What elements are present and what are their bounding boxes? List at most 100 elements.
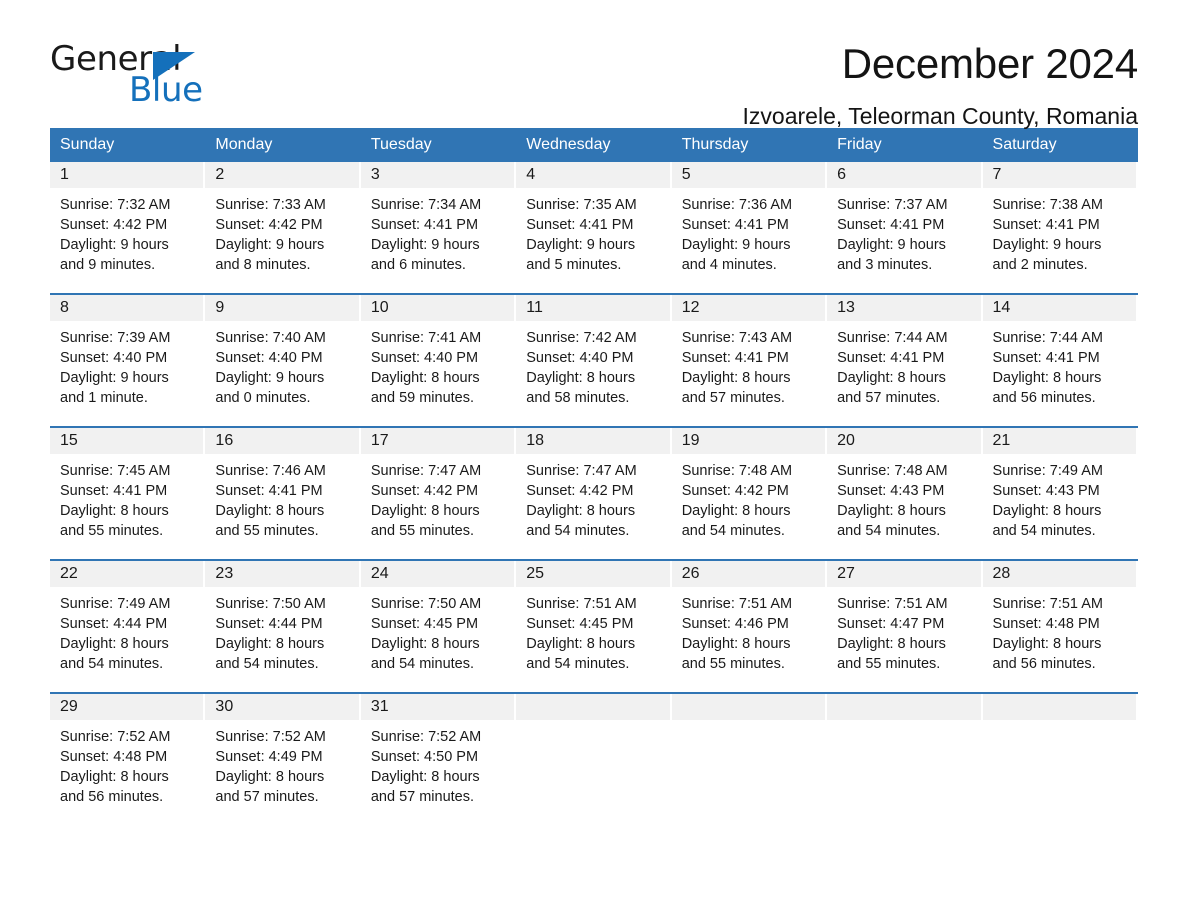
sunset-text: Sunset: 4:44 PM <box>215 616 323 632</box>
sunset-text: Sunset: 4:41 PM <box>837 217 945 233</box>
day-cell[interactable]: 2 Sunrise: 7:33 AM Sunset: 4:42 PM Daylight… <box>205 162 360 280</box>
daylight-text-line2: and 56 minutes. <box>60 789 164 805</box>
sunrise-text: Sunrise: 7:51 AM <box>526 596 637 612</box>
daylight-text-line2: and 54 minutes. <box>526 523 630 539</box>
title-block: December 2024 Izvoarele, Teleorman Count… <box>743 0 1139 130</box>
day-cell[interactable]: 7 Sunrise: 7:38 AM Sunset: 4:41 PM Daylight… <box>982 162 1138 280</box>
sunrise-text: Sunrise: 7:39 AM <box>60 330 171 346</box>
day-cell[interactable]: 27 Sunrise: 7:51 AM Sunset: 4:47 PM Dayligh… <box>827 561 982 679</box>
day-cell[interactable]: 4 Sunrise: 7:35 AM Sunset: 4:41 PM Daylight… <box>516 162 671 280</box>
day-cell[interactable]: 24 Sunrise: 7:50 AM Sunset: 4:45 PM Dayligh… <box>360 561 516 679</box>
day-cell[interactable]: 13 Sunrise: 7:44 AM Sunset: 4:41 PM Dayligh… <box>827 295 982 413</box>
day-cell[interactable]: 8 Sunrise: 7:39 AM Sunset: 4:40 PM Daylight… <box>50 295 205 413</box>
day-cell[interactable]: 16 Sunrise: 7:46 AM Sunset: 4:41 PM Dayligh… <box>205 428 360 546</box>
day-number: 21 <box>982 428 1136 454</box>
calendar-week-row: 22 Sunrise: 7:49 AM Sunset: 4:44 PM Dayligh… <box>50 559 1138 679</box>
sunset-text: Sunset: 4:40 PM <box>526 350 634 366</box>
day-cell[interactable]: 5 Sunrise: 7:36 AM Sunset: 4:41 PM Daylight… <box>671 162 827 280</box>
day-cell[interactable]: 1 Sunrise: 7:32 AM Sunset: 4:42 PM Daylight… <box>50 162 205 280</box>
sunrise-text: Sunrise: 7:41 AM <box>370 330 482 346</box>
sunset-text: Sunset: 4:50 PM <box>370 749 479 765</box>
sunrise-text: Sunrise: 7:49 AM <box>60 596 171 612</box>
day-details: Sunrise: 7:44 AM Sunset: 4:41 PM Daylight:… <box>827 321 982 408</box>
week-cells: 22 Sunrise: 7:49 AM Sunset: 4:44 PM Dayligh… <box>50 561 1138 679</box>
day-number: 4 <box>516 162 670 188</box>
sunrise-text: Sunrise: 7:42 AM <box>526 330 637 346</box>
day-details: Sunrise: 7:51 AM Sunset: 4:46 PM Daylight:… <box>672 587 827 674</box>
day-cell[interactable]: 14 Sunrise: 7:44 AM Sunset: 4:41 PM Dayligh… <box>982 295 1138 413</box>
sunset-text: Sunset: 4:40 PM <box>60 350 168 366</box>
daylight-text-line2: and 57 minutes. <box>681 390 785 406</box>
sunrise-text: Sunrise: 7:50 AM <box>370 596 482 612</box>
logo-text-blue: Blue <box>129 70 203 110</box>
sunset-text: Sunset: 4:45 PM <box>370 616 479 632</box>
day-number: 22 <box>50 561 204 587</box>
day-cell[interactable]: 17 Sunrise: 7:47 AM Sunset: 4:42 PM Dayligh… <box>360 428 516 546</box>
sunrise-text: Sunrise: 7:38 AM <box>992 197 1103 213</box>
day-cell[interactable]: 30 Sunrise: 7:52 AM Sunset: 4:49 PM Dayligh… <box>205 694 360 812</box>
day-details <box>827 720 982 727</box>
daylight-text-line1: Daylight: 8 hours <box>837 370 946 386</box>
daylight-text-line2: and 57 minutes. <box>370 789 475 805</box>
sunset-text: Sunset: 4:41 PM <box>992 350 1100 366</box>
sunrise-text: Sunrise: 7:47 AM <box>526 463 637 479</box>
day-number: 26 <box>671 561 826 587</box>
day-cell[interactable]: 11 Sunrise: 7:42 AM Sunset: 4:40 PM Dayligh… <box>516 295 671 413</box>
day-number: 11 <box>516 295 670 321</box>
daylight-text-line1: Daylight: 8 hours <box>526 370 636 386</box>
day-cell[interactable]: 29 Sunrise: 7:52 AM Sunset: 4:48 PM Dayligh… <box>50 694 205 812</box>
daylight-text-line2: and 55 minutes. <box>681 656 785 672</box>
day-details <box>516 720 671 727</box>
day-details: Sunrise: 7:47 AM Sunset: 4:42 PM Daylight:… <box>361 454 516 541</box>
day-cell[interactable]: 10 Sunrise: 7:41 AM Sunset: 4:40 PM Dayligh… <box>360 295 516 413</box>
day-number: 24 <box>360 561 515 587</box>
sunset-text: Sunset: 4:49 PM <box>215 749 323 765</box>
sunrise-text: Sunrise: 7:48 AM <box>681 463 793 479</box>
daylight-text-line1: Daylight: 8 hours <box>992 636 1102 652</box>
day-details: Sunrise: 7:45 AM Sunset: 4:41 PM Daylight:… <box>50 454 205 541</box>
daylight-text-line1: Daylight: 8 hours <box>60 769 169 785</box>
sunset-text: Sunset: 4:47 PM <box>837 616 945 632</box>
day-cell[interactable]: 31 Sunrise: 7:52 AM Sunset: 4:50 PM Dayligh… <box>360 694 516 812</box>
day-cell[interactable]: 28 Sunrise: 7:51 AM Sunset: 4:48 PM Dayligh… <box>982 561 1138 679</box>
daylight-text-line1: Daylight: 8 hours <box>992 503 1102 519</box>
day-cell[interactable]: 19 Sunrise: 7:48 AM Sunset: 4:42 PM Dayligh… <box>671 428 827 546</box>
day-cell[interactable]: 25 Sunrise: 7:51 AM Sunset: 4:45 PM Dayligh… <box>516 561 671 679</box>
day-number <box>516 694 670 720</box>
calendar-page: General Blue December 2024 Izvoarele, Te… <box>0 0 1188 918</box>
day-cell[interactable]: 20 Sunrise: 7:48 AM Sunset: 4:43 PM Dayligh… <box>827 428 982 546</box>
day-number: 5 <box>671 162 826 188</box>
sunset-text: Sunset: 4:42 PM <box>215 217 323 233</box>
day-cell[interactable]: 18 Sunrise: 7:47 AM Sunset: 4:42 PM Dayligh… <box>516 428 671 546</box>
sunset-text: Sunset: 4:48 PM <box>992 616 1100 632</box>
daylight-text-line2: and 55 minutes. <box>837 656 941 672</box>
day-number: 13 <box>827 295 981 321</box>
day-cell[interactable]: 22 Sunrise: 7:49 AM Sunset: 4:44 PM Dayligh… <box>50 561 205 679</box>
day-details: Sunrise: 7:52 AM Sunset: 4:50 PM Daylight:… <box>361 720 516 807</box>
day-number: 31 <box>360 694 515 720</box>
daylight-text-line2: and 54 minutes. <box>60 656 164 672</box>
day-cell[interactable]: 21 Sunrise: 7:49 AM Sunset: 4:43 PM Dayligh… <box>982 428 1138 546</box>
day-cell[interactable]: 15 Sunrise: 7:45 AM Sunset: 4:41 PM Dayligh… <box>50 428 205 546</box>
day-cell[interactable]: 3 Sunrise: 7:34 AM Sunset: 4:41 PM Daylight… <box>360 162 516 280</box>
daylight-text-line2: and 57 minutes. <box>837 390 941 406</box>
daylight-text-line1: Daylight: 8 hours <box>60 636 169 652</box>
day-cell[interactable]: 12 Sunrise: 7:43 AM Sunset: 4:41 PM Dayligh… <box>671 295 827 413</box>
daylight-text-line2: and 55 minutes. <box>370 523 475 539</box>
general-blue-logo[interactable]: General Blue <box>50 42 250 114</box>
day-details: Sunrise: 7:40 AM Sunset: 4:40 PM Daylight:… <box>205 321 360 408</box>
day-number: 1 <box>50 162 204 188</box>
day-cell[interactable]: 26 Sunrise: 7:51 AM Sunset: 4:46 PM Dayligh… <box>671 561 827 679</box>
daylight-text-line1: Daylight: 8 hours <box>60 503 169 519</box>
daylight-text-line2: and 54 minutes. <box>526 656 630 672</box>
weekday-header-monday: Monday <box>215 136 273 153</box>
day-details: Sunrise: 7:35 AM Sunset: 4:41 PM Daylight:… <box>516 188 671 275</box>
sunrise-text: Sunrise: 7:51 AM <box>992 596 1103 612</box>
daylight-text-line2: and 58 minutes. <box>526 390 630 406</box>
day-number: 27 <box>827 561 981 587</box>
daylight-text-line1: Daylight: 8 hours <box>215 503 325 519</box>
day-cell[interactable]: 9 Sunrise: 7:40 AM Sunset: 4:40 PM Daylight… <box>205 295 360 413</box>
day-cell[interactable]: 23 Sunrise: 7:50 AM Sunset: 4:44 PM Dayligh… <box>205 561 360 679</box>
day-cell[interactable]: 6 Sunrise: 7:37 AM Sunset: 4:41 PM Daylight… <box>827 162 982 280</box>
daylight-text-line2: and 54 minutes. <box>992 523 1096 539</box>
